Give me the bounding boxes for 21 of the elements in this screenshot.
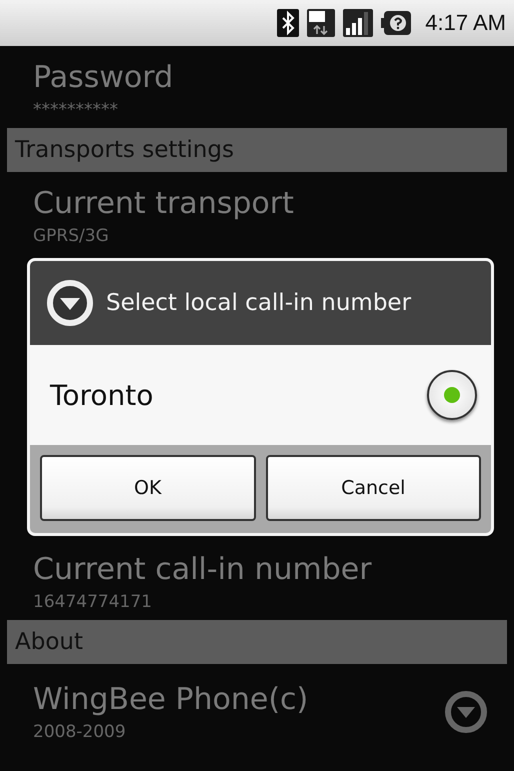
dropdown-icon[interactable]	[444, 690, 488, 734]
radio-button[interactable]	[427, 370, 477, 420]
signal-icon	[343, 9, 374, 37]
setting-title[interactable]: Password	[33, 58, 174, 98]
dialog-title: Select local call-in number	[106, 290, 412, 316]
setting-title[interactable]: Current call-in number	[33, 550, 372, 590]
section-header: Transports settings	[7, 128, 507, 172]
cancel-button[interactable]: Cancel	[266, 455, 481, 521]
setting-summary: **********	[33, 99, 118, 122]
clock-time: 4:17 AM	[425, 10, 506, 36]
setting-summary: 2008-2009	[33, 721, 126, 744]
option-label: Toronto	[50, 378, 154, 412]
setting-title[interactable]: WingBee Phone(c)	[33, 680, 308, 720]
ok-button[interactable]: OK	[40, 455, 256, 521]
section-header: About	[7, 620, 507, 664]
setting-summary: 16474774171	[33, 591, 152, 614]
bluetooth-icon	[277, 9, 300, 37]
setting-summary: GPRS/3G	[33, 225, 109, 248]
dropdown-icon	[46, 279, 94, 327]
battery-unknown-icon	[381, 11, 412, 35]
setting-title[interactable]: Current transport	[33, 184, 294, 224]
